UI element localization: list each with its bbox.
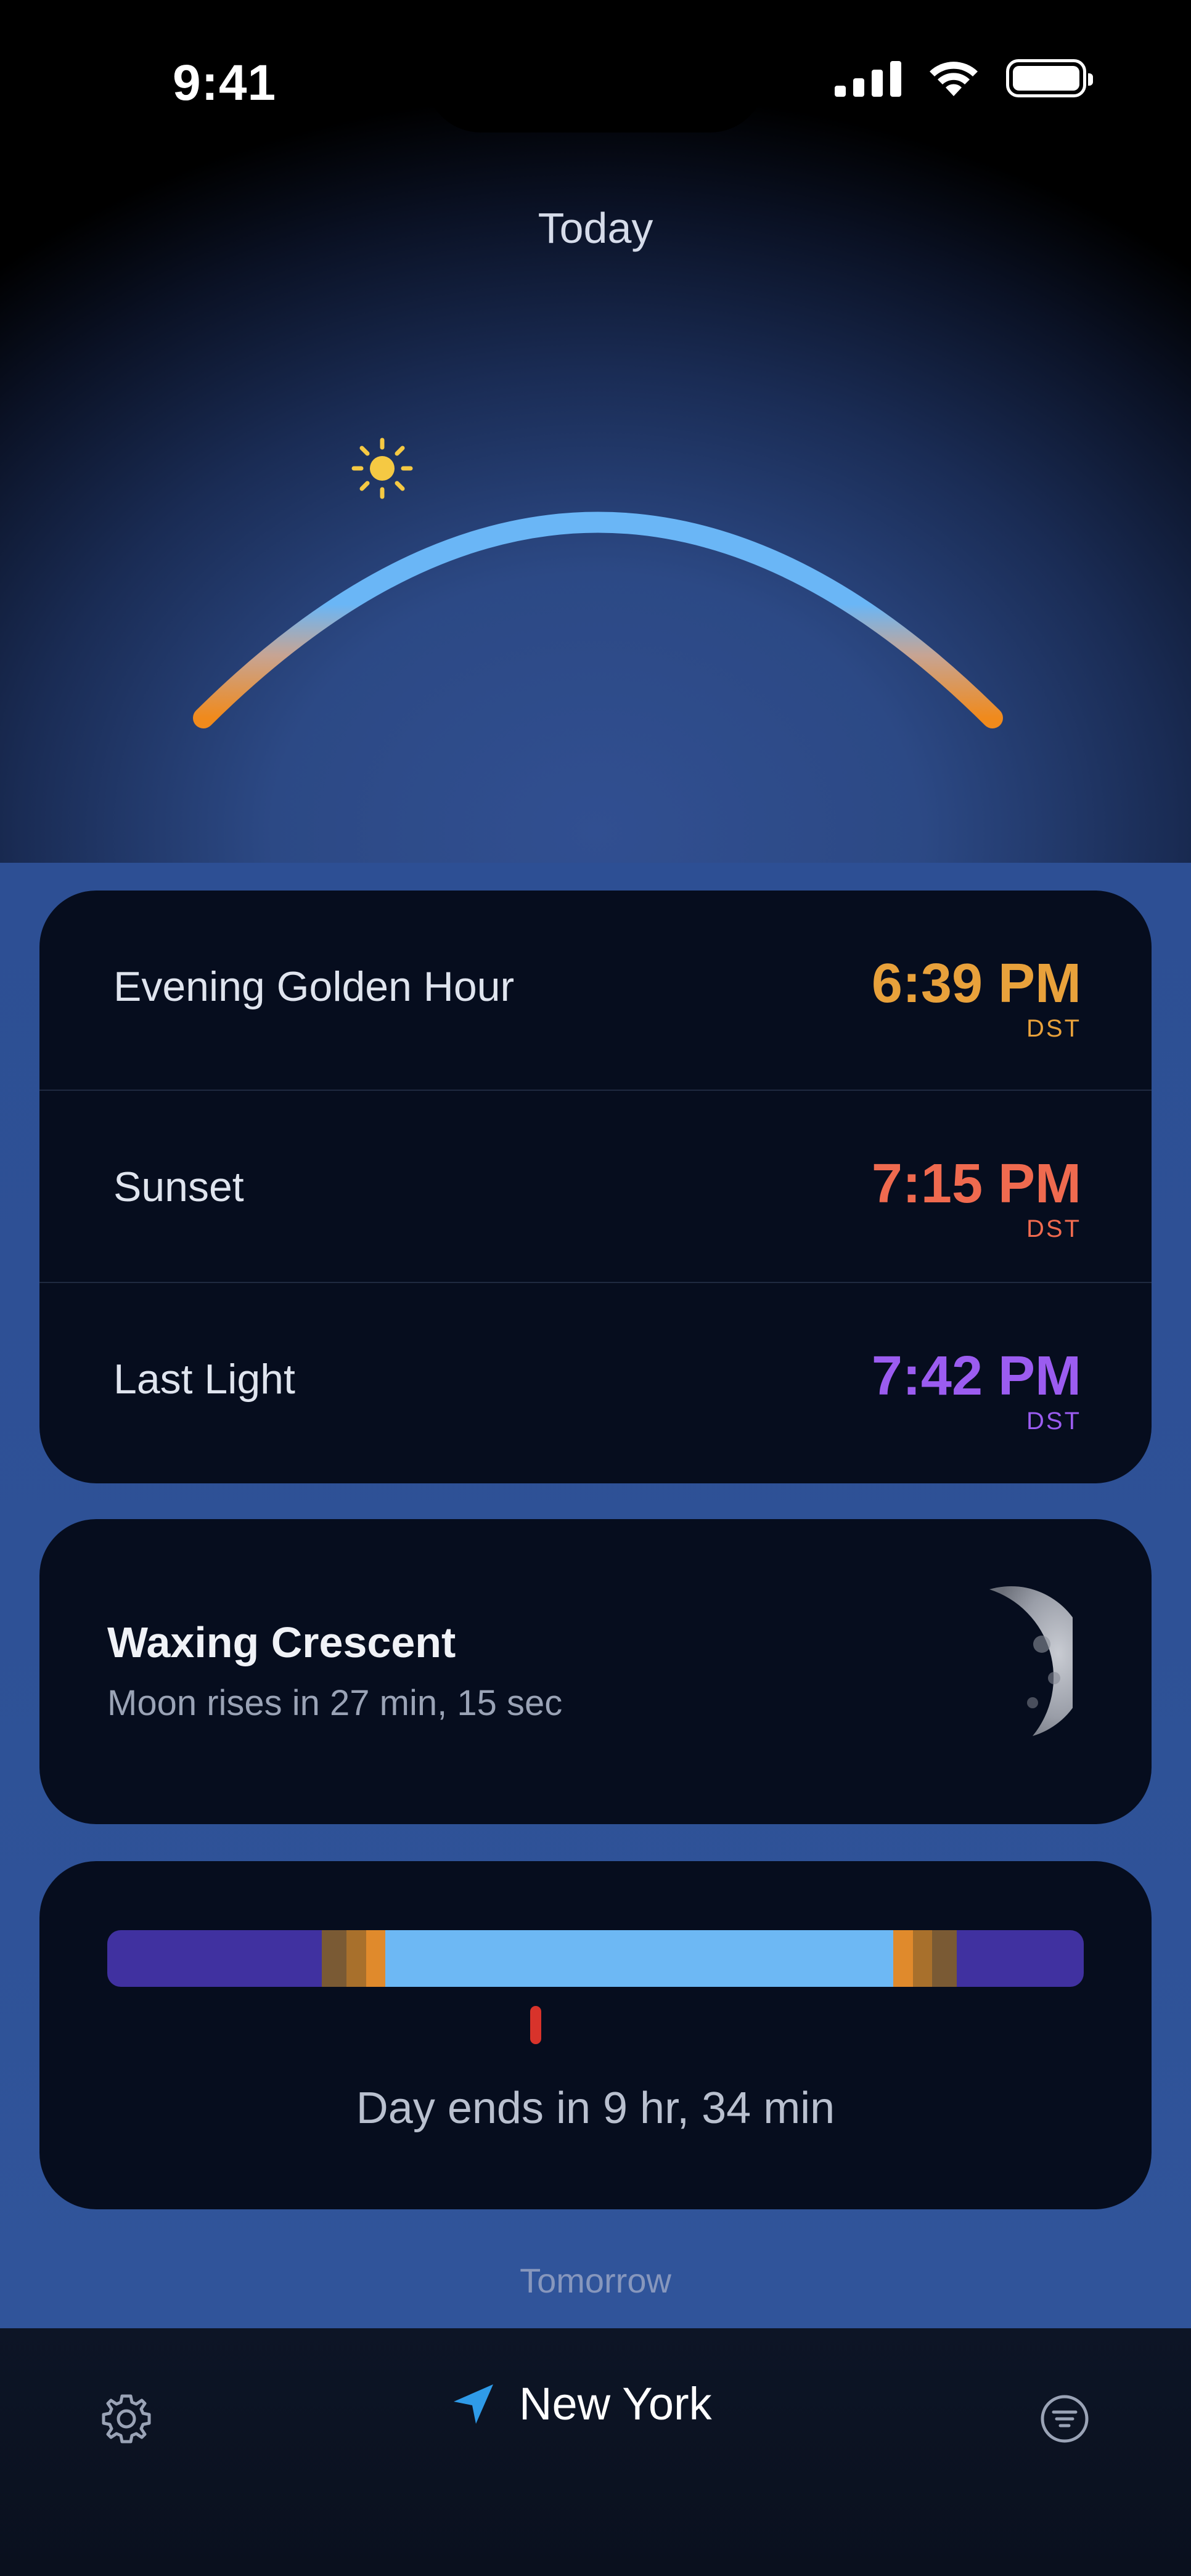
gear-icon[interactable] xyxy=(99,2391,154,2447)
status-bar: 9:41 xyxy=(0,0,1191,136)
moon-phase-title: Waxing Crescent xyxy=(107,1618,456,1666)
night-segment xyxy=(107,1930,322,1987)
day-segment xyxy=(385,1930,894,1987)
sun-path-arc xyxy=(193,512,1003,728)
battery-icon xyxy=(1006,59,1093,97)
golden-segment xyxy=(893,1930,913,1987)
moon-crescent-icon xyxy=(989,1586,1073,1736)
wifi-icon xyxy=(930,62,978,96)
row-time: 6:39 PM xyxy=(871,953,1081,1014)
moon-rise-countdown: Moon rises in 27 min, 15 sec xyxy=(107,1683,563,1723)
location-selector[interactable]: New York xyxy=(450,2378,712,2430)
day-remaining-text: Day ends in 9 hr, 34 min xyxy=(356,2084,835,2133)
row-label: Last Light xyxy=(113,1356,295,1403)
location-arrow-icon xyxy=(454,2384,493,2424)
row-time: 7:15 PM xyxy=(871,1153,1081,1215)
times-row-sunset[interactable]: Sunset 7:15 PM DST xyxy=(39,1090,1152,1283)
twilight-segment xyxy=(346,1930,366,1987)
times-row-golden-hour[interactable]: Evening Golden Hour 6:39 PM DST xyxy=(39,891,1152,1083)
row-label: Sunset xyxy=(113,1164,244,1210)
bottom-bar: New York xyxy=(0,2328,1191,2576)
row-time: 7:42 PM xyxy=(871,1345,1081,1407)
location-name: New York xyxy=(519,2378,712,2429)
row-zone: DST xyxy=(1026,1408,1081,1435)
row-zone: DST xyxy=(1026,1015,1081,1042)
night-segment xyxy=(957,1930,1084,1987)
filter-icon[interactable] xyxy=(1037,2391,1092,2447)
row-label: Evening Golden Hour xyxy=(113,963,515,1010)
twilight-segment xyxy=(912,1930,933,1987)
day-progress-card: Day ends in 9 hr, 34 min xyxy=(39,1861,1152,2209)
app-screen: 9:41 Today Evening Golden Hour 6:39 PM D… xyxy=(0,0,1191,2328)
moon-phase-card[interactable]: Waxing Crescent Moon rises in 27 min, 15… xyxy=(39,1519,1152,1824)
times-row-last-light[interactable]: Last Light 7:42 PM DST xyxy=(39,1282,1152,1475)
status-time: 9:41 xyxy=(173,55,277,111)
page-title: Today xyxy=(538,204,653,252)
twilight-segment xyxy=(932,1930,957,1987)
cellular-signal-icon xyxy=(835,60,901,97)
golden-segment xyxy=(366,1930,386,1987)
current-time-marker xyxy=(530,2006,541,2044)
dynamic-island xyxy=(425,0,766,132)
status-icons xyxy=(835,59,1093,97)
twilight-segment xyxy=(322,1930,347,1987)
row-zone: DST xyxy=(1026,1215,1081,1242)
day-timeline-bar xyxy=(107,1930,1084,1987)
sunset-times-card: Evening Golden Hour 6:39 PM DST Sunset 7… xyxy=(39,891,1152,1483)
tomorrow-link[interactable]: Tomorrow xyxy=(0,2260,1191,2301)
